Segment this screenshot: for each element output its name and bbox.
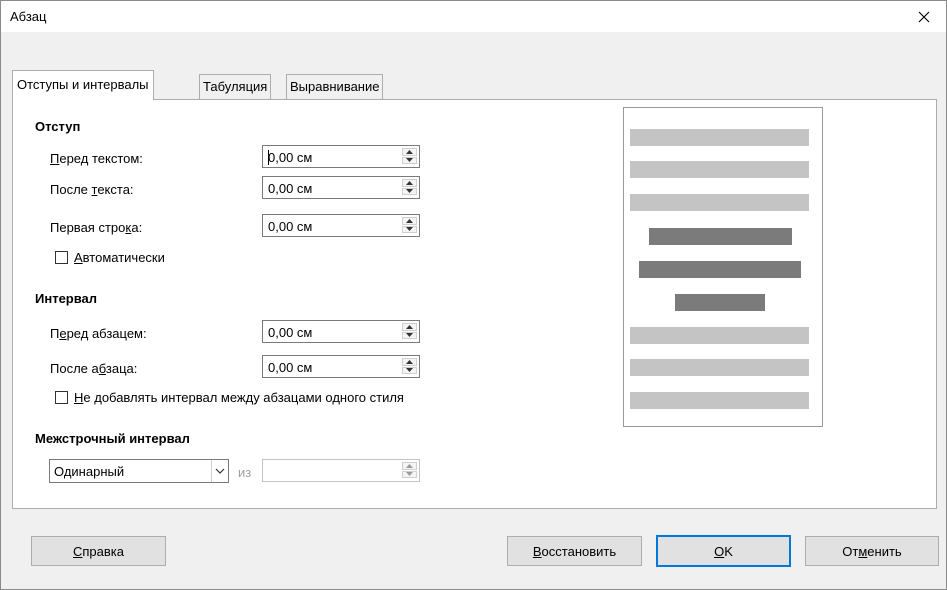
chevron-down-icon[interactable] [211,460,228,482]
after-text-field[interactable]: 0,00 см [262,176,420,199]
line-spacing-select[interactable]: Одинарный [49,459,229,483]
tab-indents-spacing[interactable]: Отступы и интервалы [12,70,154,100]
preview-line [630,194,809,211]
before-text-label: Перед текстом: [50,151,143,166]
spin-down-icon[interactable] [402,225,417,233]
spin-down-icon[interactable] [402,187,417,195]
preview-line [630,161,809,178]
automatic-checkbox[interactable] [55,251,68,264]
after-paragraph-field[interactable]: 0,00 см [262,355,420,378]
reset-button[interactable]: Восстановить [507,536,642,566]
before-text-field[interactable]: 0,00 см [262,145,420,168]
no-space-same-style-checkbox[interactable] [55,391,68,404]
spin-down-icon [402,470,417,478]
first-line-label: Первая строка: [50,220,143,235]
indent-heading: Отступ [35,119,81,134]
after-paragraph-value: 0,00 см [268,360,313,375]
line-spacing-value: Одинарный [54,464,125,479]
spin-up-icon [402,462,417,470]
automatic-label: Автоматически [74,250,165,265]
before-paragraph-label: Перед абзацем: [50,326,147,341]
preview-line [630,359,809,376]
of-label: из [238,465,252,480]
after-text-label: После текста: [50,182,134,197]
preview-line-current [649,228,792,245]
before-text-value: 0,00 см [268,150,313,165]
paragraph-preview [623,107,823,427]
spin-up-icon[interactable] [402,323,417,331]
first-line-field[interactable]: 0,00 см [262,214,420,237]
spin-up-icon[interactable] [402,179,417,187]
paragraph-dialog: Абзац Отступы и интервалы Табуляция Выра… [0,0,947,590]
spin-up-icon[interactable] [402,148,417,156]
close-icon [918,11,930,22]
preview-line-current [639,261,801,278]
preview-line [630,327,809,344]
spin-down-icon[interactable] [402,366,417,374]
line-spacing-value-field [262,459,420,482]
spin-down-icon[interactable] [402,331,417,339]
after-paragraph-label: После абзаца: [50,361,138,376]
window-title: Абзац [10,9,47,24]
spin-down-icon[interactable] [402,156,417,164]
title-bar: Абзац [1,1,946,32]
first-line-value: 0,00 см [268,219,313,234]
preview-line-current [675,294,765,311]
spin-up-icon[interactable] [402,217,417,225]
tab-alignment[interactable]: Выравнивание [286,74,384,99]
line-spacing-heading: Межстрочный интервал [35,431,190,446]
no-space-same-style-label: Не добавлять интервал между абзацами одн… [74,390,404,405]
close-button[interactable] [902,1,946,32]
after-text-value: 0,00 см [268,181,313,196]
preview-line [630,392,809,409]
tab-tabs[interactable]: Табуляция [199,74,272,99]
cancel-button[interactable]: От м енить [805,536,939,566]
spacing-heading: Интервал [35,291,98,306]
ok-button[interactable]: OK [656,535,791,567]
preview-line [630,129,809,146]
before-paragraph-value: 0,00 см [268,325,313,340]
help-button[interactable]: Справка [31,536,166,566]
before-paragraph-field[interactable]: 0,00 см [262,320,420,343]
spin-up-icon[interactable] [402,358,417,366]
